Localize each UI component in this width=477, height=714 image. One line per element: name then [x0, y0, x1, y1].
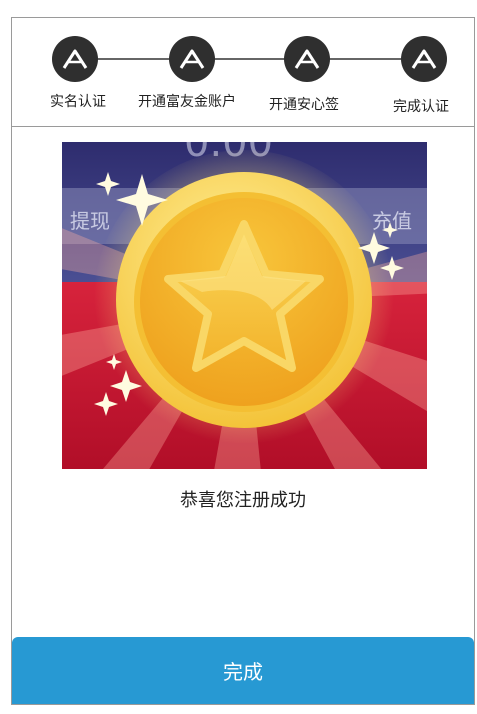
registration-success-message: 恭喜您注册成功 [180, 490, 306, 511]
page-frame: 实名认证 开通富友金账户 开通安心签 完成认证 提现 充值 恭喜您注册成功 完成 [11, 17, 475, 705]
step-3-label: 开通安心签 [269, 97, 339, 113]
step-2-label: 开通富友金账户 [138, 94, 236, 110]
step-3-circle-icon [284, 36, 330, 82]
step-2-circle-icon [169, 36, 215, 82]
logo-a-icon [294, 49, 320, 69]
success-coin-illustration: 提现 充值 0.00 [62, 142, 427, 469]
stepper-connector-line [97, 58, 427, 60]
step-1-circle-icon [52, 36, 98, 82]
logo-a-icon [411, 49, 437, 69]
step-4-label: 完成认证 [393, 99, 449, 115]
progress-stepper: 实名认证 开通富友金账户 开通安心签 完成认证 [12, 18, 474, 127]
logo-a-icon [62, 49, 88, 69]
logo-a-icon [179, 49, 205, 69]
done-button[interactable]: 完成 [12, 637, 474, 704]
bg-withdraw-text: 提现 [70, 209, 110, 233]
step-4-circle-icon [401, 36, 447, 82]
gold-coin-star-image: 提现 充值 0.00 [62, 142, 427, 469]
step-1-label: 实名认证 [50, 94, 106, 110]
